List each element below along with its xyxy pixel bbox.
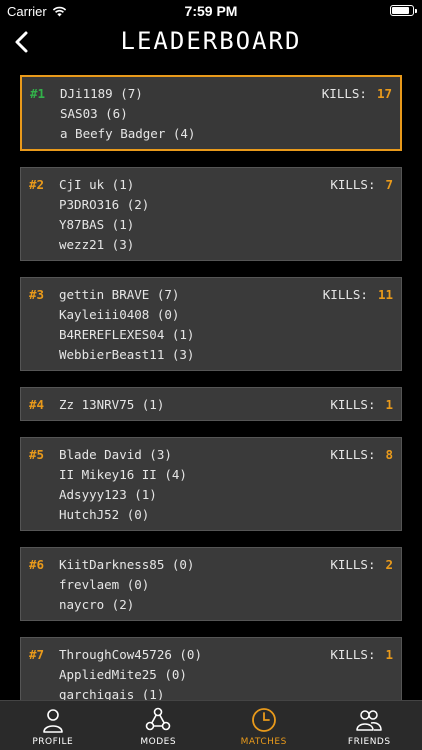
leaderboard-list[interactable]: #1 DJi1189 (7) KILLS: 17 SAS03 (6) a Beefy Ba… — [20, 75, 402, 700]
player-row: Y87BAS (1) — [29, 214, 393, 234]
person-icon — [42, 709, 63, 733]
player-name: B4REREFLEXES04 (1) — [59, 326, 195, 342]
clock-time: 7:59 PM — [184, 3, 238, 19]
match-card[interactable]: #2 CjI uk (1) KILLS: 7 P3DRO316 (2) Y87BAS (1… — [20, 167, 402, 261]
kills-label: KILLS: — [330, 396, 376, 412]
player-row: garchigais (1) — [29, 684, 393, 701]
tab-modes-label: MODES — [140, 737, 177, 747]
tab-bar: PROFILE MODES MATCHES FRIENDS — [0, 700, 422, 750]
player-name: HutchJ52 (0) — [59, 506, 150, 522]
kills-value: 8 — [385, 446, 393, 462]
player-row: a Beefy Badger (4) — [30, 123, 392, 143]
player-name: garchigais (1) — [59, 686, 165, 701]
kills-value: 2 — [385, 556, 393, 572]
player-name: Kayleiii0408 (0) — [59, 306, 180, 322]
tab-friends[interactable]: FRIENDS — [317, 701, 422, 750]
player-row: Kayleiii0408 (0) — [29, 304, 393, 324]
player-name: II Mikey16 II (4) — [59, 466, 187, 482]
player-row: #7 ThroughCow45726 (0) KILLS: 1 — [29, 644, 393, 664]
player-row: WebbierBeast11 (3) — [29, 344, 393, 364]
match-card[interactable]: #3 gettin BRAVE (7) KILLS: 11 Kayleiii0408 (… — [20, 277, 402, 371]
match-card[interactable]: #1 DJi1189 (7) KILLS: 17 SAS03 (6) a Beefy Ba… — [20, 75, 402, 151]
kills-value: 11 — [377, 286, 393, 302]
player-row: Adsyyy123 (1) — [29, 484, 393, 504]
kills-value: 1 — [385, 646, 393, 662]
player-name: WebbierBeast11 (3) — [59, 346, 195, 362]
kills-label: KILLS: — [322, 286, 368, 302]
player-row: AppliedMite25 (0) — [29, 664, 393, 684]
player-row: naycro (2) — [29, 594, 393, 614]
kills-value: 7 — [385, 176, 393, 192]
match-rank: #5 — [29, 446, 45, 462]
group-icon — [356, 710, 382, 731]
player-row: II Mikey16 II (4) — [29, 464, 393, 484]
match-card[interactable]: #4 Zz 13NRV75 (1) KILLS: 1 — [20, 387, 402, 421]
battery-fill — [392, 7, 409, 14]
player-row: #2 CjI uk (1) KILLS: 7 — [29, 174, 393, 194]
tab-matches-label: MATCHES — [240, 737, 287, 747]
player-name: gettin BRAVE (7) — [59, 286, 180, 302]
player-name: SAS03 (6) — [60, 105, 128, 121]
player-row: B4REREFLEXES04 (1) — [29, 324, 393, 344]
player-row: #4 Zz 13NRV75 (1) KILLS: 1 — [29, 394, 393, 414]
kills-label: KILLS: — [330, 446, 376, 462]
player-name: Y87BAS (1) — [59, 216, 135, 232]
player-row: #3 gettin BRAVE (7) KILLS: 11 — [29, 284, 393, 304]
player-name: KiitDarkness85 (0) — [59, 556, 195, 572]
tab-friends-label: FRIENDS — [347, 737, 391, 747]
battery-icon — [390, 5, 417, 16]
match-rank: #1 — [30, 85, 46, 101]
match-rank: #6 — [29, 556, 45, 572]
player-name: CjI uk (1) — [59, 176, 135, 192]
match-rank: #2 — [29, 176, 45, 192]
kills-value: 17 — [376, 85, 392, 101]
player-name: a Beefy Badger (4) — [60, 125, 196, 141]
match-rank: #4 — [29, 396, 45, 412]
player-name: naycro (2) — [59, 596, 135, 612]
tab-modes[interactable]: MODES — [106, 701, 212, 750]
player-name: Adsyyy123 (1) — [59, 486, 157, 502]
kills-label: KILLS: — [321, 85, 367, 101]
network-icon — [145, 707, 171, 731]
player-row: wezz21 (3) — [29, 234, 393, 254]
tab-matches[interactable]: MATCHES — [211, 701, 317, 750]
player-row: #1 DJi1189 (7) KILLS: 17 — [30, 83, 392, 103]
player-name: frevlaem (0) — [59, 576, 150, 592]
header: LEADERBOARD — [0, 22, 422, 62]
player-name: P3DRO316 (2) — [59, 196, 150, 212]
match-card[interactable]: #7 ThroughCow45726 (0) KILLS: 1 AppliedMite2… — [20, 637, 402, 700]
clock-icon — [251, 708, 276, 732]
kills-value: 1 — [385, 396, 393, 412]
player-name: AppliedMite25 (0) — [59, 666, 187, 682]
player-name: ThroughCow45726 (0) — [59, 646, 202, 662]
match-rank: #7 — [29, 646, 45, 662]
player-row: #6 KiitDarkness85 (0) KILLS: 2 — [29, 554, 393, 574]
tab-profile[interactable]: PROFILE — [0, 701, 106, 750]
player-row: frevlaem (0) — [29, 574, 393, 594]
kills-label: KILLS: — [330, 176, 376, 192]
match-rank: #3 — [29, 286, 45, 302]
player-name: Blade David (3) — [59, 446, 172, 462]
player-name: DJi1189 (7) — [60, 85, 143, 101]
match-card[interactable]: #5 Blade David (3) KILLS: 8 II Mikey16 II (4… — [20, 437, 402, 531]
player-row: HutchJ52 (0) — [29, 504, 393, 524]
player-row: #5 Blade David (3) KILLS: 8 — [29, 444, 393, 464]
player-name: Zz 13NRV75 (1) — [59, 396, 165, 412]
page-title: LEADERBOARD — [120, 27, 302, 55]
player-row: P3DRO316 (2) — [29, 194, 393, 214]
player-name: wezz21 (3) — [59, 236, 135, 252]
tab-profile-label: PROFILE — [32, 737, 74, 747]
kills-label: KILLS: — [330, 556, 376, 572]
match-card[interactable]: #6 KiitDarkness85 (0) KILLS: 2 frevlaem (0) n… — [20, 547, 402, 621]
status-bar: Carrier 7:59 PM — [0, 0, 422, 22]
player-row: SAS03 (6) — [30, 103, 392, 123]
kills-label: KILLS: — [330, 646, 376, 662]
